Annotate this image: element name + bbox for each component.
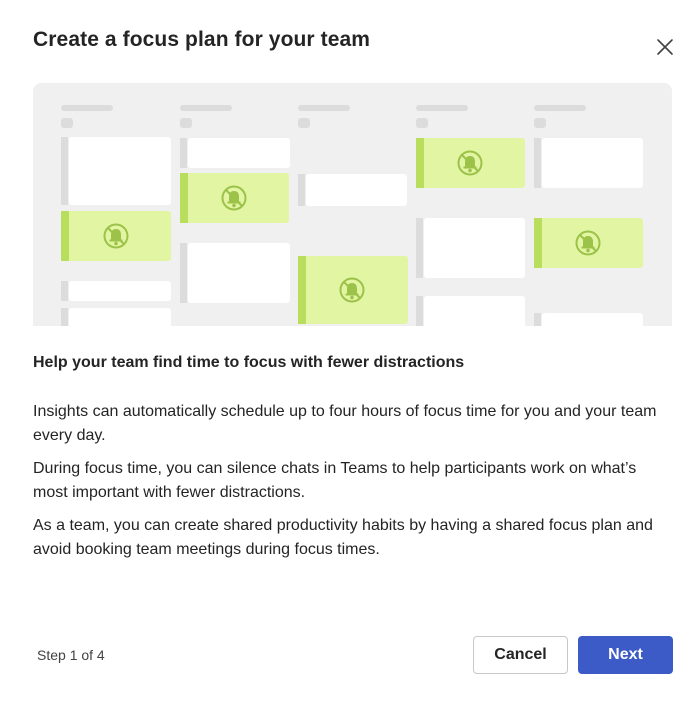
calendar-column: [416, 105, 525, 326]
focus-plan-dialog: Create a focus plan for your team Help y…: [0, 0, 700, 712]
close-icon: [657, 39, 673, 55]
step-indicator: Step 1 of 4: [37, 647, 105, 663]
cancel-button[interactable]: Cancel: [473, 636, 568, 674]
dialog-subtitle: Help your team find time to focus with f…: [33, 354, 465, 371]
body-paragraph: Insights can automatically schedule up t…: [33, 403, 657, 444]
body-paragraph: During focus time, you can silence chats…: [33, 460, 637, 501]
calendar-column: [61, 105, 171, 326]
calendar-column: [534, 105, 643, 326]
close-button[interactable]: [653, 35, 677, 59]
calendar-column: [298, 105, 408, 324]
body-paragraph: As a team, you can create shared product…: [33, 517, 653, 558]
dialog-title: Create a focus plan for your team: [33, 28, 371, 51]
calendar-illustration: [33, 83, 672, 326]
calendar-column: [180, 105, 290, 303]
dialog-body: Insights can automatically schedule up t…: [33, 400, 673, 571]
next-button[interactable]: Next: [578, 636, 673, 674]
